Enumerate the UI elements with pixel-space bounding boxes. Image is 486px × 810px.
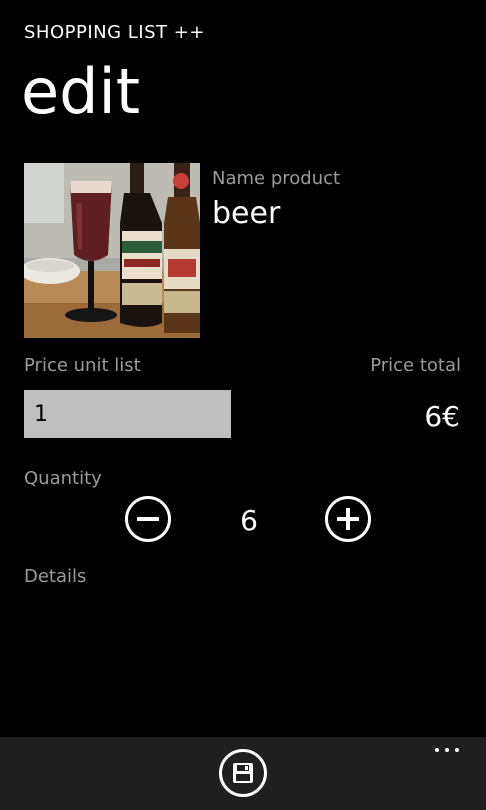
minus-circle-icon xyxy=(137,517,159,521)
page-title: edit xyxy=(21,55,141,128)
plus-circle-icon xyxy=(337,508,359,530)
name-product-label: Name product xyxy=(212,168,341,189)
price-unit-label: Price unit list xyxy=(24,355,141,376)
ellipsis-icon xyxy=(435,748,439,752)
price-total-value: 6€ xyxy=(424,400,460,433)
quantity-label: Quantity xyxy=(24,468,102,489)
product-name-value[interactable]: beer xyxy=(212,196,280,231)
save-disk-icon xyxy=(233,763,253,783)
details-label: Details xyxy=(24,566,87,587)
decrease-quantity-button[interactable] xyxy=(125,496,171,542)
product-photo[interactable] xyxy=(24,163,200,338)
more-options-button[interactable] xyxy=(432,743,462,757)
save-button[interactable] xyxy=(219,749,267,797)
app-title: SHOPPING LIST ++ xyxy=(24,22,205,43)
increase-quantity-button[interactable] xyxy=(325,496,371,542)
quantity-value: 6 xyxy=(240,504,258,537)
ellipsis-icon xyxy=(455,748,459,752)
app-bar xyxy=(0,737,486,810)
price-unit-input[interactable] xyxy=(24,390,231,438)
price-total-label: Price total xyxy=(370,355,461,376)
ellipsis-icon xyxy=(445,748,449,752)
beer-photo-image xyxy=(24,163,200,338)
